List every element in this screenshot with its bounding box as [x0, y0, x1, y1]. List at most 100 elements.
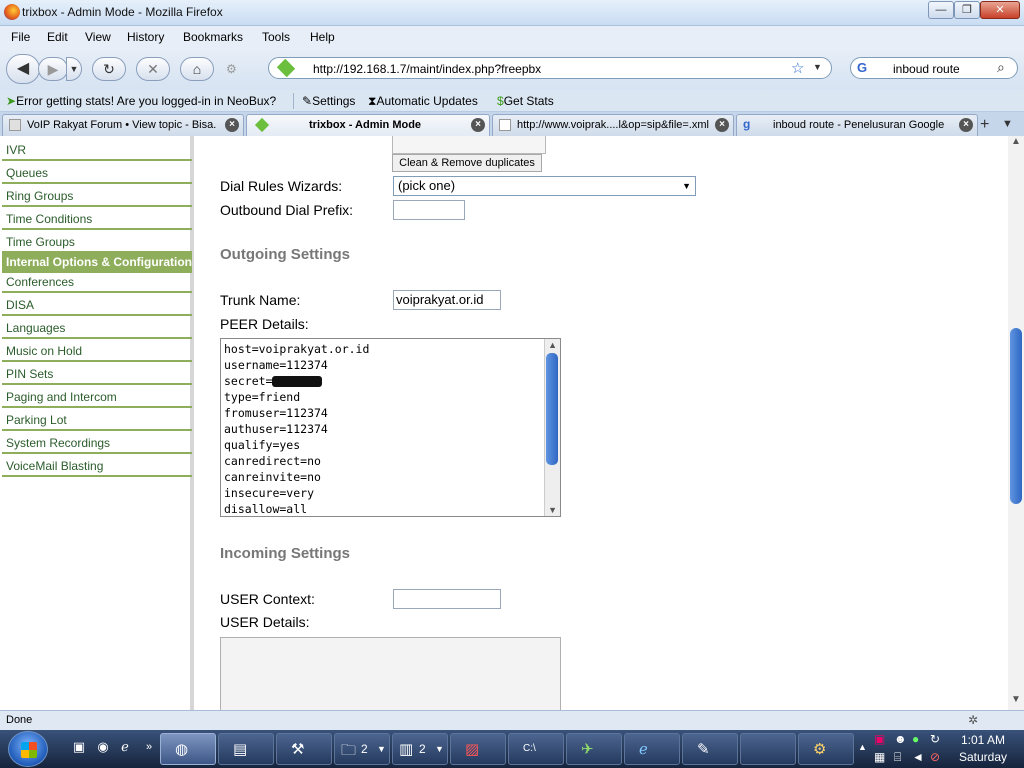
user-details-textarea[interactable]: [220, 637, 561, 710]
close-tab-icon[interactable]: ×: [715, 118, 729, 132]
start-button[interactable]: [8, 731, 48, 767]
dial-rules-select[interactable]: (pick one) ▼: [393, 176, 696, 196]
tab-voip-forum[interactable]: VoIP Rakyat Forum • View topic - Bisa...…: [2, 114, 244, 136]
taskbar-tool[interactable]: ⚒: [276, 733, 332, 765]
bookmark-automatic-updates[interactable]: ⧗Automatic Updates: [368, 94, 478, 109]
textarea-scroll-thumb[interactable]: [546, 353, 558, 465]
tray-display-icon[interactable]: ▦: [874, 750, 885, 764]
reload-button[interactable]: ↻: [92, 57, 126, 81]
sidebar-item-languages[interactable]: Languages: [2, 318, 192, 339]
menu-tools[interactable]: Tools: [262, 30, 290, 44]
peer-details-textarea[interactable]: host=voiprakyat.or.id username=112374 se…: [220, 338, 561, 517]
minimize-button[interactable]: —: [928, 1, 954, 19]
back-button[interactable]: ◀: [6, 54, 40, 84]
sidebar-item-music-on-hold[interactable]: Music on Hold: [2, 341, 192, 362]
sidebar-item-voicemail-blasting[interactable]: VoiceMail Blasting: [2, 456, 192, 477]
menu-file[interactable]: File: [11, 30, 30, 44]
menu-help[interactable]: Help: [310, 30, 335, 44]
taskbar-app[interactable]: ▤: [218, 733, 274, 765]
sidebar-item-parking-lot[interactable]: Parking Lot: [2, 410, 192, 431]
taskbar-blank[interactable]: [740, 733, 796, 765]
taskbar-document-group[interactable]: ▥ 2 ▼: [392, 733, 448, 765]
sidebar-item-disa[interactable]: DISA: [2, 295, 192, 316]
addon-gear-icon[interactable]: ⚙: [226, 62, 237, 76]
scroll-down-icon[interactable]: ▼: [1011, 694, 1021, 705]
bookmark-get-stats[interactable]: $Get Stats: [497, 94, 554, 108]
internet-explorer-icon[interactable]: ℯ: [116, 738, 134, 756]
dial-rules-textarea[interactable]: [392, 136, 546, 154]
clean-remove-duplicates-button[interactable]: Clean & Remove duplicates: [392, 154, 542, 172]
taskbar-satellite[interactable]: ✈: [566, 733, 622, 765]
tray-alert-icon[interactable]: ⊘: [930, 750, 940, 764]
taskbar-clock[interactable]: 1:01 AM Saturday: [948, 732, 1018, 766]
page-scrollbar[interactable]: ▲ ▼: [1008, 136, 1024, 710]
tray-user-icon[interactable]: ●: [912, 732, 919, 746]
tab-list-icon[interactable]: ▼: [1002, 118, 1013, 130]
bookmark-neobux-error[interactable]: ➤Error getting stats! Are you logged-in …: [6, 94, 276, 108]
outbound-prefix-input[interactable]: [393, 200, 465, 220]
taskbar-pdf[interactable]: ▨: [450, 733, 506, 765]
search-input[interactable]: inboud route: [893, 62, 960, 76]
forward-button[interactable]: ▶: [38, 57, 68, 81]
sidebar-item-system-recordings[interactable]: System Recordings: [2, 433, 192, 454]
sidebar-item-ivr[interactable]: IVR: [2, 140, 192, 161]
show-desktop-icon[interactable]: ▣: [70, 738, 88, 756]
quicklaunch-more-icon[interactable]: »: [140, 738, 158, 756]
stop-button[interactable]: ✕: [136, 57, 170, 81]
sidebar-item-queues[interactable]: Queues: [2, 163, 192, 184]
taskbar-wrench[interactable]: ⚙: [798, 733, 854, 765]
site-identity-icon[interactable]: [276, 58, 296, 78]
app-icon: ▤: [233, 741, 248, 758]
taskbar-internet-explorer[interactable]: ℯ: [624, 733, 680, 765]
tray-messenger-icon[interactable]: ☻: [894, 732, 907, 746]
taskbar-folder-group[interactable]: 🗀 2 ▼: [334, 733, 390, 765]
bookmark-settings[interactable]: ✎Settings: [302, 94, 355, 108]
taskbar-firefox[interactable]: ◍: [160, 733, 216, 765]
tab-google-search[interactable]: g inboud route - Penelusuran Google ×: [736, 114, 978, 136]
sidebar-item-time-conditions[interactable]: Time Conditions: [2, 209, 192, 230]
tray-expand-icon[interactable]: ▲: [858, 742, 867, 752]
bookmark-star-icon[interactable]: ☆: [791, 59, 804, 77]
tray-speaker-icon[interactable]: ◄: [912, 750, 924, 764]
maximize-button[interactable]: ❐: [954, 1, 980, 19]
tray-network2-icon[interactable]: ⌸: [894, 750, 901, 765]
user-context-input[interactable]: [393, 589, 501, 609]
trunk-name-input[interactable]: voiprakyat.or.id: [393, 290, 501, 310]
search-icon[interactable]: ⌕: [997, 59, 1005, 76]
history-dropdown[interactable]: ▼: [66, 57, 82, 81]
sidebar-item-paging-intercom[interactable]: Paging and Intercom: [2, 387, 192, 408]
globe-icon[interactable]: ◉: [94, 738, 112, 756]
close-tab-icon[interactable]: ×: [225, 118, 239, 132]
taskbar-cmd[interactable]: C:\: [508, 733, 564, 765]
tab-trixbox-admin[interactable]: trixbox - Admin Mode ×: [246, 114, 490, 136]
menu-edit[interactable]: Edit: [47, 30, 68, 44]
page-scroll-thumb[interactable]: [1010, 328, 1022, 504]
sidebar-item-pin-sets[interactable]: PIN Sets: [2, 364, 192, 385]
close-tab-icon[interactable]: ×: [471, 118, 485, 132]
addon-status-icon[interactable]: ✲: [968, 713, 978, 727]
menu-history[interactable]: History: [127, 30, 164, 44]
close-tab-icon[interactable]: ×: [959, 118, 973, 132]
sidebar-item-conferences[interactable]: Conferences: [2, 272, 192, 293]
tab-voiprakyat-xml[interactable]: http://www.voiprak....l&op=sip&file=.xml…: [492, 114, 734, 136]
scroll-up-icon[interactable]: ▲: [1011, 136, 1021, 147]
taskbar-paint[interactable]: ✎: [682, 733, 738, 765]
tray-refresh-icon[interactable]: ↻: [930, 732, 940, 746]
menu-bookmarks[interactable]: Bookmarks: [183, 30, 243, 44]
new-tab-icon[interactable]: +: [980, 116, 989, 134]
tray-network-icon[interactable]: ▣: [874, 732, 885, 746]
google-icon[interactable]: G: [857, 60, 875, 76]
dial-rules-value: (pick one): [398, 178, 456, 193]
chevron-down-icon[interactable]: ▼: [813, 62, 822, 72]
sidebar-item-internal-options[interactable]: Internal Options & Configuration: [2, 252, 192, 273]
url-text[interactable]: http://192.168.1.7/maint/index.php?freep…: [313, 62, 541, 76]
search-bar[interactable]: G inboud route ⌕: [850, 57, 1018, 79]
close-window-button[interactable]: ✕: [980, 1, 1020, 19]
scroll-down-icon[interactable]: ▼: [548, 505, 557, 515]
sidebar-item-time-groups[interactable]: Time Groups: [2, 232, 192, 253]
menu-view[interactable]: View: [85, 30, 111, 44]
scroll-up-icon[interactable]: ▲: [548, 340, 557, 350]
address-bar[interactable]: http://192.168.1.7/maint/index.php?freep…: [268, 57, 832, 79]
sidebar-item-ring-groups[interactable]: Ring Groups: [2, 186, 192, 207]
home-button[interactable]: ⌂: [180, 57, 214, 81]
